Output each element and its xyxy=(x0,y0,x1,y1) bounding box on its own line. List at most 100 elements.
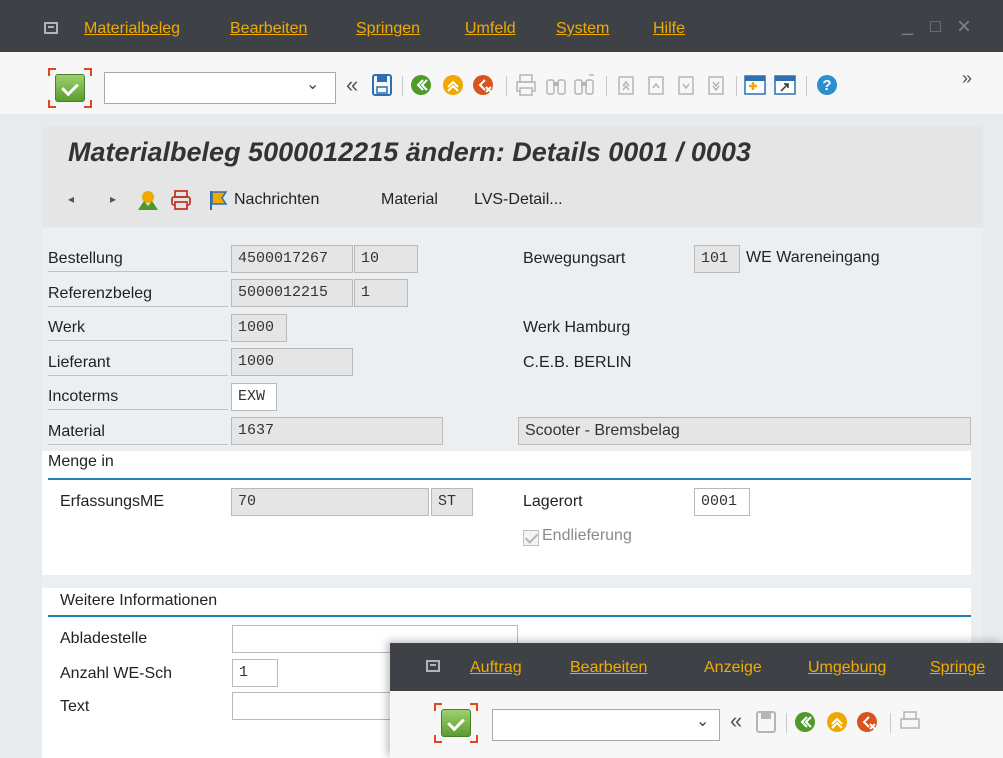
toolbar-separator xyxy=(402,76,403,96)
exit-icon[interactable] xyxy=(442,74,464,96)
menge-group-divider xyxy=(48,478,971,480)
toolbar-separator xyxy=(506,76,507,96)
print-icon xyxy=(516,74,536,96)
command-dropdown-icon[interactable]: ⌄ xyxy=(306,74,319,94)
enter-check-icon xyxy=(441,709,471,737)
save-icon xyxy=(756,711,776,733)
erfassungsme-unit-field[interactable]: ST xyxy=(431,488,473,516)
lieferant-text: C.E.B. BERLIN xyxy=(523,354,632,371)
cancel-icon[interactable] xyxy=(856,711,878,733)
more-icon[interactable]: » xyxy=(962,66,972,90)
material-description-field[interactable]: Scooter - Bremsbelag xyxy=(518,417,971,445)
menge-group-title: Menge in xyxy=(48,453,114,470)
erfassungsme-label: ErfassungsME xyxy=(60,493,165,510)
menu-auftrag[interactable]: Auftrag xyxy=(470,659,522,677)
back-icon[interactable] xyxy=(794,711,816,733)
title-bar: Materialbeleg Bearbeiten Springen Umfeld… xyxy=(0,0,1003,52)
standard-toolbar: ⌄ « ? » xyxy=(0,52,1003,114)
menu-springen[interactable]: Springe xyxy=(930,659,985,677)
next-page-icon xyxy=(678,76,694,95)
command-field[interactable] xyxy=(492,709,720,741)
incoterms-field[interactable]: EXW xyxy=(231,383,277,411)
last-page-icon xyxy=(708,76,724,95)
lvs-detail-button[interactable]: LVS-Detail... xyxy=(474,191,563,209)
menu-bearbeiten[interactable]: Bearbeiten xyxy=(230,20,307,38)
back-history-icon[interactable]: « xyxy=(730,709,742,733)
create-session-icon[interactable] xyxy=(744,74,766,96)
lieferant-field[interactable]: 1000 xyxy=(231,348,353,376)
find-icon xyxy=(546,79,566,95)
close-icon[interactable]: × xyxy=(957,13,971,41)
erfassungsme-field[interactable]: 70 xyxy=(231,488,429,516)
bestellung-field[interactable]: 4500017267 xyxy=(231,245,353,273)
menu-springen[interactable]: Springen xyxy=(356,20,420,38)
bewegungsart-field[interactable]: 101 xyxy=(694,245,740,273)
endlieferung-label: Endlieferung xyxy=(542,527,632,544)
weitere-informationen-divider xyxy=(48,615,971,617)
endlieferung-checkbox[interactable] xyxy=(523,530,539,546)
shortcut-icon[interactable] xyxy=(774,74,796,96)
bewegungsart-label: Bewegungsart xyxy=(523,250,626,267)
weitere-informationen-title: Weitere Informationen xyxy=(60,592,218,609)
system-menu-icon[interactable] xyxy=(426,660,440,672)
toolbar-separator xyxy=(736,76,737,96)
enter-button[interactable] xyxy=(434,703,478,743)
previous-item-icon[interactable]: ◂ xyxy=(68,192,74,206)
cancel-icon[interactable] xyxy=(472,74,494,96)
lieferant-label: Lieferant xyxy=(48,354,228,376)
bestellung-item-field[interactable]: 10 xyxy=(354,245,418,273)
save-icon[interactable] xyxy=(372,74,392,96)
command-dropdown-icon[interactable]: ⌄ xyxy=(696,711,709,731)
werk-field[interactable]: 1000 xyxy=(231,314,287,342)
enter-button[interactable] xyxy=(48,68,92,108)
help-icon[interactable]: ? xyxy=(816,74,838,96)
toolbar-separator xyxy=(806,76,807,96)
material-button[interactable]: Material xyxy=(381,191,438,209)
menu-hilfe[interactable]: Hilfe xyxy=(653,20,685,38)
nachrichten-button[interactable]: Nachrichten xyxy=(234,191,319,209)
find-next-icon xyxy=(574,74,594,95)
lagerort-label: Lagerort xyxy=(523,493,583,510)
page-title: Materialbeleg 5000012215 ändern: Details… xyxy=(68,137,751,167)
exit-icon[interactable] xyxy=(826,711,848,733)
messages-icon[interactable] xyxy=(208,189,230,211)
enter-check-icon xyxy=(55,74,85,102)
menu-materialbeleg[interactable]: Materialbeleg xyxy=(84,20,180,38)
material-overview-icon[interactable] xyxy=(136,189,160,211)
bewegungsart-text: WE Wareneingang xyxy=(746,249,880,266)
menu-umgebung[interactable]: Umgebung xyxy=(808,659,886,677)
previous-page-icon xyxy=(648,76,664,95)
werk-text: Werk Hamburg xyxy=(523,319,631,336)
title-area: Materialbeleg 5000012215 ändern: Details… xyxy=(42,127,983,175)
referenzbeleg-item-field[interactable]: 1 xyxy=(354,279,408,307)
svg-text:?: ? xyxy=(822,77,831,94)
back-icon[interactable] xyxy=(410,74,432,96)
anzahl-we-sch-label: Anzahl WE-Sch xyxy=(60,665,173,682)
menu-anzeige[interactable]: Anzeige xyxy=(704,659,762,677)
referenzbeleg-label: Referenzbeleg xyxy=(48,285,228,307)
anzahl-we-sch-field[interactable]: 1 xyxy=(232,659,278,687)
menu-bearbeiten[interactable]: Bearbeiten xyxy=(570,659,647,677)
application-toolbar: ◂ ▸ Nachrichten Material LVS-Detail... xyxy=(42,175,983,227)
lagerort-field[interactable]: 0001 xyxy=(694,488,750,516)
menu-umfeld[interactable]: Umfeld xyxy=(465,20,516,38)
material-label: Material xyxy=(48,423,228,445)
first-page-icon xyxy=(618,76,634,95)
system-menu-icon[interactable] xyxy=(44,22,58,34)
back-history-icon[interactable]: « xyxy=(346,73,358,97)
referenzbeleg-field[interactable]: 5000012215 xyxy=(231,279,353,307)
toolbar-separator xyxy=(606,76,607,96)
second-window[interactable]: Auftrag Bearbeiten Anzeige Umgebung Spri… xyxy=(390,643,1003,758)
menu-system[interactable]: System xyxy=(556,20,609,38)
bestellung-label: Bestellung xyxy=(48,250,228,272)
abladestelle-label: Abladestelle xyxy=(60,630,148,647)
incoterms-label: Incoterms xyxy=(48,388,228,410)
print-output-icon[interactable] xyxy=(170,189,192,211)
toolbar-separator xyxy=(786,713,787,733)
print-icon xyxy=(900,711,920,729)
command-field[interactable] xyxy=(104,72,336,104)
material-field[interactable]: 1637 xyxy=(231,417,443,445)
next-item-icon[interactable]: ▸ xyxy=(110,192,116,206)
minimize-icon[interactable]: _ xyxy=(902,14,913,37)
maximize-icon[interactable]: □ xyxy=(930,16,941,37)
